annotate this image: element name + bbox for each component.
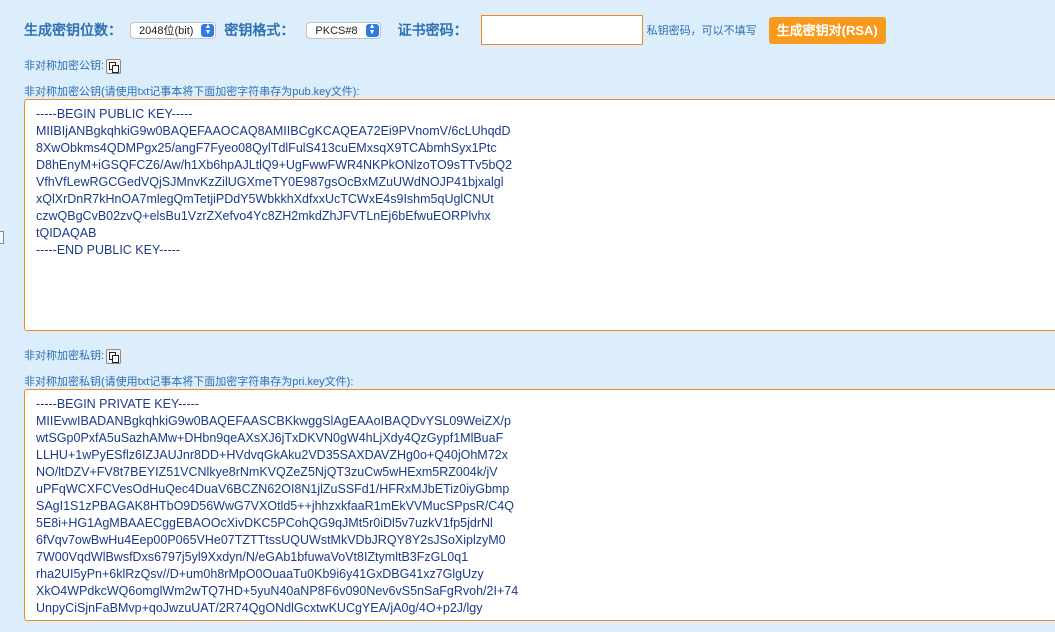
private-key-textarea[interactable]: -----BEGIN PRIVATE KEY----- MIIEvwIBADANB… (24, 389, 1055, 621)
key-length-value: 2048位(bit) (139, 24, 194, 37)
private-key-line: SAgI1S1zPBAGAK8HTbO9D56WwG7VXOtld5++jhhz… (36, 499, 514, 513)
cert-password-hint: 私钥密码，可以不填写 (646, 25, 757, 37)
options-row: 生成密钥位数： 2048位(bit) ▲ ▼ 密钥格式： PKCS#8 ▲ ▼ 证书… (24, 14, 886, 46)
private-key-line: MIIEvwIBADANBgkqhkiG9w0BAQEFAASCBKkwggSl… (36, 414, 511, 428)
public-key-line: -----END PUBLIC KEY----- (36, 243, 180, 257)
public-key-line: -----BEGIN PUBLIC KEY----- (36, 107, 193, 121)
public-key-section: 非对称加密公钥: (24, 57, 122, 74)
private-key-line: wtSGp0PxfA5uSazhAMw+DHbn9qeAXsXJ6jTxDKVN… (36, 431, 504, 445)
public-key-textarea[interactable]: -----BEGIN PUBLIC KEY----- MIIBIjANBgkqhk… (24, 99, 1055, 331)
cert-password-input[interactable] (480, 15, 643, 45)
private-key-line: -----BEGIN PRIVATE KEY----- (36, 397, 199, 411)
public-key-label: 非对称加密公钥: (24, 60, 105, 72)
select-chevron-icon: ▲ ▼ (365, 23, 379, 37)
key-format-value: PKCS#8 (315, 24, 358, 37)
public-key-line: VfhVfLewRGCGedVQjSJMnvKzZilUGXmeTY0E987g… (36, 175, 504, 189)
public-key-line: tQIDAQAB (36, 226, 97, 240)
rsa-key-generator-panel: 生成密钥位数： 2048位(bit) ▲ ▼ 密钥格式： PKCS#8 ▲ ▼ 证书… (0, 0, 1055, 632)
public-key-line: 8XwObkms4QDMPgx25/angF7Fyeo08QylTdlFulS4… (36, 141, 497, 155)
public-key-line: xQlXrDnR7kHnOA7mlegQmTetjiPDdY5WbkkhXdfx… (36, 192, 494, 206)
copy-icon[interactable] (106, 348, 122, 364)
private-key-line: LLHU+1wPyESflz6IZJAUJnr8DD+HVdvqGkAku2VD… (36, 448, 508, 462)
key-length-label: 生成密钥位数： (24, 22, 122, 38)
public-key-line: D8hEnyM+iGSQFCZ6/Aw/h1Xb6hpAJLtlQ9+UgFww… (36, 158, 513, 172)
private-key-line: UnpyCiSjnFaBMvp+qoJwzuUAT/2R74QgONdlGcxt… (36, 601, 483, 615)
public-key-line: czwQBgCvB02zvQ+elsBu1VzrZXefvo4Yc8ZH2mkd… (36, 209, 491, 223)
private-key-line: 5E8i+HG1AgMBAAECggEBAOOcXivDKC5PCohQG9qJ… (36, 516, 493, 530)
public-key-instruction: 非对称加密公钥(请使用txt记事本将下面加密字符串存为pub.key文件): (24, 86, 360, 98)
private-key-section: 非对称加密私钥: (24, 347, 122, 364)
private-key-line: rha2UI5yPn+6klRzQsv//D+um0h8rMpO0OuaaTu0… (36, 567, 484, 581)
private-key-line: 7W00VqdWlBwsfDxs6797j5yl9Xxdyn/N/eGAb1bf… (36, 550, 469, 564)
cert-password-label: 证书密码： (397, 22, 468, 38)
copy-icon[interactable] (106, 58, 122, 74)
public-key-line: MIIBIjANBgkqhkiG9w0BAQEFAAOCAQ8AMIIBCgKC… (36, 124, 511, 138)
private-key-line: 6fVqv7owBwHu4Eep00P065VHe07TZTTtssUQUWst… (36, 533, 506, 547)
key-format-label: 密钥格式： (224, 22, 295, 38)
generate-keypair-button[interactable]: 生成密钥对(RSA) (768, 16, 886, 44)
private-key-instruction: 非对称加密私钥(请使用txt记事本将下面加密字符串存为pri.key文件): (24, 376, 354, 388)
private-key-line: XkO4WPdkcWQ6omglWm2wTQ7HD+5yuN40aNP8F6v0… (36, 584, 519, 598)
key-format-select[interactable]: PKCS#8 ▲ ▼ (306, 21, 381, 39)
key-length-select[interactable]: 2048位(bit) ▲ ▼ (130, 21, 217, 39)
select-chevron-icon: ▲ ▼ (201, 23, 215, 37)
private-key-label: 非对称加密私钥: (24, 350, 105, 362)
private-key-line: uPFqWCXFCVesOdHuQec4DuaV6BCZN62OI8N1jlZu… (36, 482, 510, 496)
left-edge-control[interactable] (0, 231, 4, 244)
private-key-line: NO/ltDZV+FV8t7BEYIZ51VCNlkye8rNmKVQZeZ5N… (36, 465, 498, 479)
